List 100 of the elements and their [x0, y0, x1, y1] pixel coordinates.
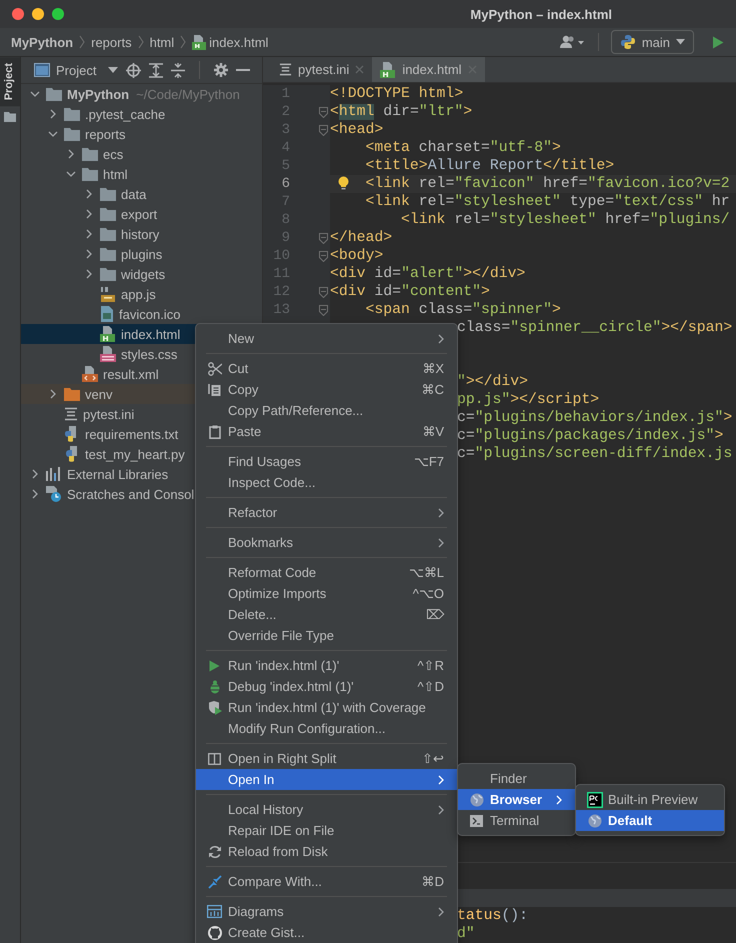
- code-line: c="plugins/screen-diff/index.js: [457, 446, 732, 462]
- menu-item[interactable]: Modify Run Configuration...: [196, 718, 457, 739]
- fold-marker-icon[interactable]: [319, 304, 328, 316]
- menu-item[interactable]: Open in Right Split ⇧↩: [196, 748, 457, 769]
- chevron-icon[interactable]: [84, 209, 94, 219]
- chevron-icon[interactable]: [66, 149, 76, 159]
- menu-item[interactable]: Browser: [458, 789, 575, 810]
- menu-item[interactable]: Run 'index.html (1)' with Coverage: [196, 697, 457, 718]
- fold-marker-icon[interactable]: [319, 286, 328, 298]
- menu-item[interactable]: Terminal: [458, 810, 575, 831]
- menu-item[interactable]: Bookmarks: [196, 532, 457, 553]
- chevron-icon[interactable]: [84, 269, 94, 279]
- collapse-all-icon[interactable]: [171, 62, 186, 78]
- caret-icon[interactable]: [108, 67, 118, 73]
- menu-item[interactable]: Reload from Disk: [196, 841, 457, 862]
- chevron-icon[interactable]: [30, 489, 40, 499]
- python-icon: [620, 34, 636, 50]
- tree-item[interactable]: .pytest_cache: [21, 104, 262, 124]
- folder-icon: [100, 188, 116, 200]
- menu-item[interactable]: Compare With... ⌘D: [196, 871, 457, 892]
- text-lines-icon: [279, 63, 292, 76]
- shortcut-hint: ⌘C: [422, 382, 444, 397]
- settings-icon[interactable]: [214, 63, 228, 77]
- close-window-button[interactable]: [12, 8, 24, 20]
- menu-item[interactable]: Run 'index.html (1)' ^⇧R: [196, 655, 457, 676]
- chevron-icon[interactable]: [48, 109, 58, 119]
- tree-item[interactable]: widgets: [21, 264, 262, 284]
- folder-icon: [82, 148, 98, 160]
- fold-marker-icon[interactable]: [319, 106, 328, 118]
- tree-item[interactable]: favicon.ico: [21, 304, 262, 324]
- bug-icon: [208, 680, 220, 694]
- lightbulb-icon[interactable]: [338, 176, 349, 191]
- diagram-icon: [207, 905, 222, 918]
- tree-item[interactable]: plugins: [21, 244, 262, 264]
- tree-item[interactable]: data: [21, 184, 262, 204]
- menu-item[interactable]: Override File Type: [196, 625, 457, 646]
- split-view-icon: [208, 752, 221, 764]
- breadcrumb[interactable]: MyPython: [11, 34, 74, 50]
- editor-tab[interactable]: pytest.ini: [271, 57, 372, 82]
- menu-item[interactable]: Delete... ⌦: [196, 604, 457, 625]
- panel-title[interactable]: Project: [56, 62, 96, 78]
- breadcrumb[interactable]: index.html: [192, 34, 268, 50]
- chevron-icon[interactable]: [48, 129, 58, 139]
- tree-item[interactable]: html: [21, 164, 262, 184]
- code-line: <!DOCTYPE html>: [330, 86, 464, 102]
- menu-item[interactable]: Built-in Preview: [576, 789, 724, 810]
- minimize-icon[interactable]: [236, 69, 250, 71]
- chevron-icon[interactable]: [30, 89, 40, 99]
- compare-arrows-icon: [208, 874, 222, 888]
- chevron-icon[interactable]: [84, 229, 94, 239]
- shortcut-hint: ⌥F7: [414, 454, 444, 469]
- chevron-icon[interactable]: [84, 249, 94, 259]
- menu-item[interactable]: Diagrams: [196, 901, 457, 922]
- menu-item[interactable]: Open In: [196, 769, 457, 790]
- menu-item[interactable]: Debug 'index.html (1)' ^⇧D: [196, 676, 457, 697]
- menu-item[interactable]: Find Usages ⌥F7: [196, 451, 457, 472]
- tree-item[interactable]: MyPython ~/Code/MyPython: [21, 84, 262, 104]
- menu-item[interactable]: Local History: [196, 799, 457, 820]
- folder-icon: [4, 112, 16, 122]
- code-line: <html dir="ltr">: [330, 104, 472, 120]
- menu-item[interactable]: Inspect Code...: [196, 472, 457, 493]
- user-icon[interactable]: [560, 35, 586, 49]
- expand-all-icon[interactable]: [149, 62, 164, 78]
- branch-dropdown[interactable]: main: [610, 30, 694, 54]
- fold-marker-icon[interactable]: [319, 124, 328, 136]
- menu-item[interactable]: Repair IDE on File: [196, 820, 457, 841]
- chevron-icon[interactable]: [48, 389, 58, 399]
- menu-item[interactable]: Paste ⌘V: [196, 421, 457, 442]
- chevron-icon[interactable]: [84, 189, 94, 199]
- chevron-icon: [180, 35, 186, 49]
- chevron-icon[interactable]: [66, 169, 76, 179]
- shortcut-hint: ^⇧R: [418, 658, 444, 673]
- tree-item[interactable]: reports: [21, 124, 262, 144]
- caret-icon: [676, 39, 685, 45]
- crosshair-icon[interactable]: [126, 62, 142, 78]
- run-icon[interactable]: [712, 36, 724, 48]
- shortcut-hint: ⌦: [426, 607, 444, 622]
- chevron-icon[interactable]: [30, 469, 40, 479]
- globe-icon: [470, 792, 484, 806]
- menu-item[interactable]: Default: [576, 810, 724, 831]
- menu-item[interactable]: Finder: [458, 768, 575, 789]
- tree-item[interactable]: history: [21, 224, 262, 244]
- tree-item[interactable]: app.js: [21, 284, 262, 304]
- menu-item[interactable]: Reformat Code ⌥⌘L: [196, 562, 457, 583]
- shortcut-hint: ⌥⌘L: [408, 565, 444, 580]
- editor-tab[interactable]: index.html: [372, 57, 485, 82]
- folder-icon: [64, 128, 80, 140]
- menu-item[interactable]: Optimize Imports ^⌥O: [196, 583, 457, 604]
- zoom-window-button[interactable]: [52, 8, 64, 20]
- project-tool-tab[interactable]: Project: [0, 57, 20, 106]
- minimize-window-button[interactable]: [32, 8, 44, 20]
- breadcrumb[interactable]: html: [150, 34, 174, 50]
- fold-marker-icon[interactable]: [319, 232, 328, 244]
- breadcrumb[interactable]: reports: [91, 34, 132, 50]
- tree-item[interactable]: export: [21, 204, 262, 224]
- fold-marker-icon[interactable]: [319, 250, 328, 262]
- menu-item[interactable]: Refactor: [196, 502, 457, 523]
- tree-item[interactable]: ecs: [21, 144, 262, 164]
- folder-icon: [100, 268, 116, 280]
- menu-item[interactable]: Create Gist...: [196, 922, 457, 943]
